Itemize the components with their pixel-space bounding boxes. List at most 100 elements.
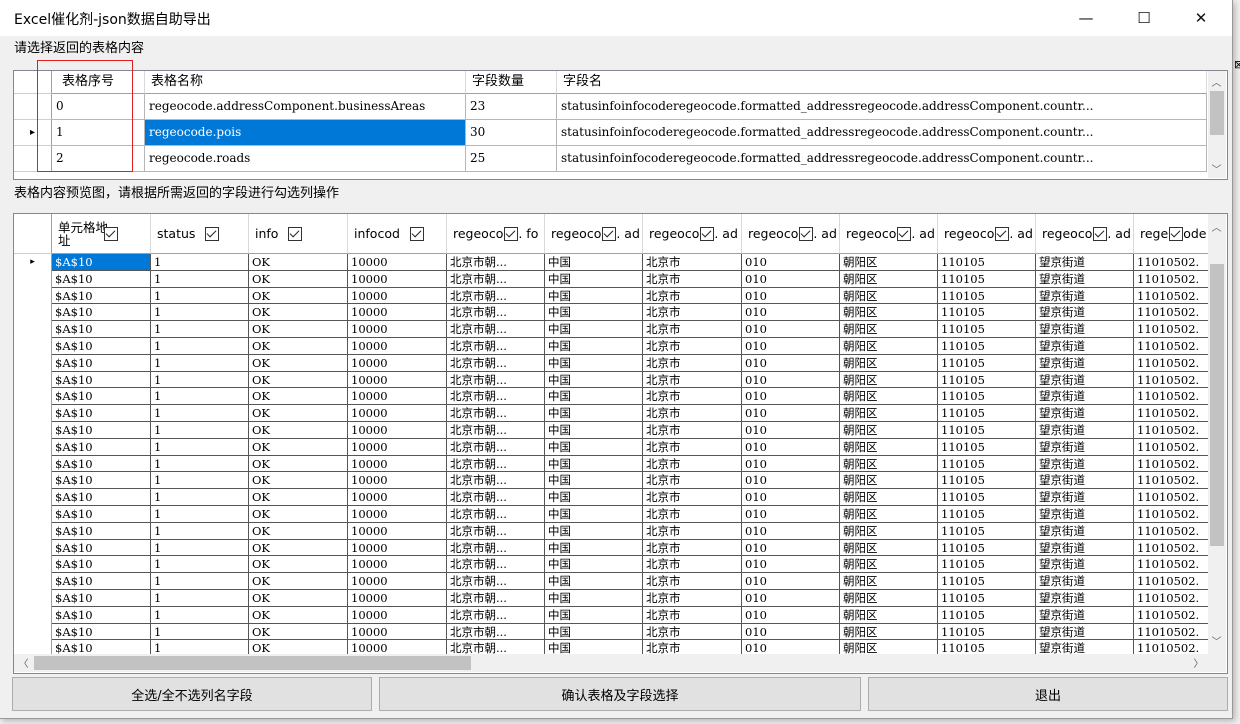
preview-cell[interactable]: 110105 <box>938 371 1036 389</box>
preview-cell[interactable]: $A$10 <box>52 438 151 456</box>
row-header[interactable] <box>14 455 52 473</box>
preview-cell[interactable]: 望京街道 <box>1036 573 1134 590</box>
preview-cell[interactable]: OK <box>249 573 348 590</box>
scroll-down-icon[interactable]: ﹀ <box>1208 160 1225 177</box>
scroll-thumb[interactable] <box>34 656 471 670</box>
preview-cell[interactable]: $A$10 <box>52 472 151 490</box>
preview-cell[interactable]: 110105 <box>938 287 1036 305</box>
preview-cell[interactable]: 110105 <box>938 556 1036 574</box>
column-checkbox[interactable] <box>205 226 220 241</box>
preview-cell[interactable]: 1 <box>151 405 249 422</box>
preview-cell[interactable]: 朝阳区 <box>840 254 938 271</box>
scroll-right-icon[interactable]: 〉 <box>1190 654 1207 671</box>
preview-cell[interactable]: 1 <box>151 590 249 607</box>
preview-vertical-scrollbar[interactable]: ︿ ﹀ <box>1208 214 1226 654</box>
row-header[interactable] <box>14 287 52 305</box>
preview-cell[interactable]: 北京市 <box>643 254 742 271</box>
row-header[interactable] <box>14 146 52 172</box>
preview-cell[interactable]: 10000 <box>348 321 447 338</box>
preview-cell[interactable]: 110105 <box>938 472 1036 490</box>
preview-cell[interactable]: OK <box>249 556 348 574</box>
row-header[interactable] <box>14 472 52 490</box>
preview-cell[interactable]: 1 <box>151 270 249 288</box>
row-header[interactable] <box>14 590 52 607</box>
row-header[interactable] <box>14 522 52 540</box>
column-checkbox[interactable] <box>995 226 1010 241</box>
preview-cell[interactable]: 11010502. <box>1134 556 1210 574</box>
preview-cell[interactable]: 朝阳区 <box>840 522 938 540</box>
preview-cell[interactable]: 北京市 <box>643 539 742 557</box>
preview-cell[interactable]: 1 <box>151 287 249 305</box>
preview-cell[interactable]: 朝阳区 <box>840 338 938 355</box>
preview-cell[interactable]: 11010502. <box>1134 254 1210 271</box>
preview-cell[interactable]: 北京市朝... <box>447 338 545 355</box>
preview-cell[interactable]: 11010502. <box>1134 354 1210 372</box>
preview-cell[interactable]: 010 <box>742 455 840 473</box>
preview-col-header[interactable]: rege ode <box>1134 214 1210 254</box>
column-checkbox[interactable] <box>104 226 118 241</box>
field-names-cell[interactable]: statusinfoinfocoderegeocode.formatted_ad… <box>557 146 1207 172</box>
preview-cell[interactable]: 望京街道 <box>1036 338 1134 355</box>
preview-cell[interactable]: 110105 <box>938 539 1036 557</box>
preview-cell[interactable]: 望京街道 <box>1036 556 1134 574</box>
minimize-button[interactable]: — <box>1063 0 1109 36</box>
preview-cell[interactable]: 中国 <box>545 573 643 590</box>
preview-cell[interactable]: 1 <box>151 472 249 490</box>
row-header[interactable] <box>14 489 52 506</box>
row-header[interactable] <box>14 388 52 406</box>
preview-cell[interactable]: 朝阳区 <box>840 539 938 557</box>
preview-cell[interactable]: 北京市朝... <box>447 354 545 372</box>
preview-cell[interactable]: 110105 <box>938 321 1036 338</box>
current-row-indicator-icon[interactable]: ▸ <box>14 254 52 271</box>
preview-cell[interactable]: $A$10 <box>52 304 151 322</box>
preview-cell[interactable]: 中国 <box>545 388 643 406</box>
preview-cell[interactable]: 110105 <box>938 270 1036 288</box>
preview-cell[interactable]: 中国 <box>545 455 643 473</box>
field-count-cell[interactable]: 23 <box>466 94 557 120</box>
preview-cell[interactable]: $A$10 <box>52 623 151 641</box>
preview-cell[interactable]: 北京市朝... <box>447 270 545 288</box>
preview-cell[interactable]: 北京市 <box>643 422 742 439</box>
preview-cell[interactable]: 1 <box>151 506 249 523</box>
preview-cell[interactable]: 中国 <box>545 338 643 355</box>
preview-cell[interactable]: 11010502. <box>1134 506 1210 523</box>
column-checkbox[interactable] <box>1093 226 1108 241</box>
preview-cell[interactable]: $A$10 <box>52 270 151 288</box>
preview-cell[interactable]: 10000 <box>348 422 447 439</box>
preview-cell[interactable]: 11010502. <box>1134 287 1210 305</box>
preview-cell[interactable]: 望京街道 <box>1036 506 1134 523</box>
preview-cell[interactable]: 010 <box>742 489 840 506</box>
tables-vertical-scrollbar[interactable]: ︿ ﹀ <box>1208 71 1226 178</box>
maximize-button[interactable]: ☐ <box>1121 0 1167 36</box>
scroll-thumb[interactable] <box>1210 264 1224 546</box>
preview-cell[interactable]: 110105 <box>938 354 1036 372</box>
preview-cell[interactable]: 北京市朝... <box>447 606 545 624</box>
preview-cell[interactable]: 朝阳区 <box>840 506 938 523</box>
preview-cell[interactable]: 中国 <box>545 506 643 523</box>
field-count-cell[interactable]: 25 <box>466 146 557 172</box>
preview-cell[interactable]: 010 <box>742 539 840 557</box>
preview-cell[interactable]: 11010502. <box>1134 472 1210 490</box>
preview-cell[interactable]: 110105 <box>938 590 1036 607</box>
preview-cell[interactable]: 中国 <box>545 304 643 322</box>
field-names-cell[interactable]: statusinfoinfocoderegeocode.formatted_ad… <box>557 120 1207 146</box>
preview-cell[interactable]: 北京市朝... <box>447 522 545 540</box>
preview-cell[interactable]: 朝阳区 <box>840 573 938 590</box>
preview-cell[interactable]: 北京市朝... <box>447 590 545 607</box>
field-count-cell[interactable]: 30 <box>466 120 557 146</box>
preview-cell[interactable]: 10000 <box>348 304 447 322</box>
preview-cell[interactable]: OK <box>249 438 348 456</box>
preview-cell[interactable]: 望京街道 <box>1036 522 1134 540</box>
preview-cell[interactable]: 中国 <box>545 489 643 506</box>
preview-cell[interactable]: 北京市 <box>643 438 742 456</box>
preview-cell[interactable]: OK <box>249 371 348 389</box>
preview-cell[interactable]: 北京市 <box>643 590 742 607</box>
preview-cell[interactable]: 010 <box>742 522 840 540</box>
preview-cell[interactable]: 1 <box>151 438 249 456</box>
preview-cell[interactable]: OK <box>249 321 348 338</box>
preview-col-header[interactable]: regeoco . ad <box>643 214 742 254</box>
preview-cell[interactable]: 北京市 <box>643 606 742 624</box>
preview-cell[interactable]: OK <box>249 354 348 372</box>
preview-cell[interactable]: 望京街道 <box>1036 623 1134 641</box>
preview-cell[interactable]: 11010502. <box>1134 590 1210 607</box>
